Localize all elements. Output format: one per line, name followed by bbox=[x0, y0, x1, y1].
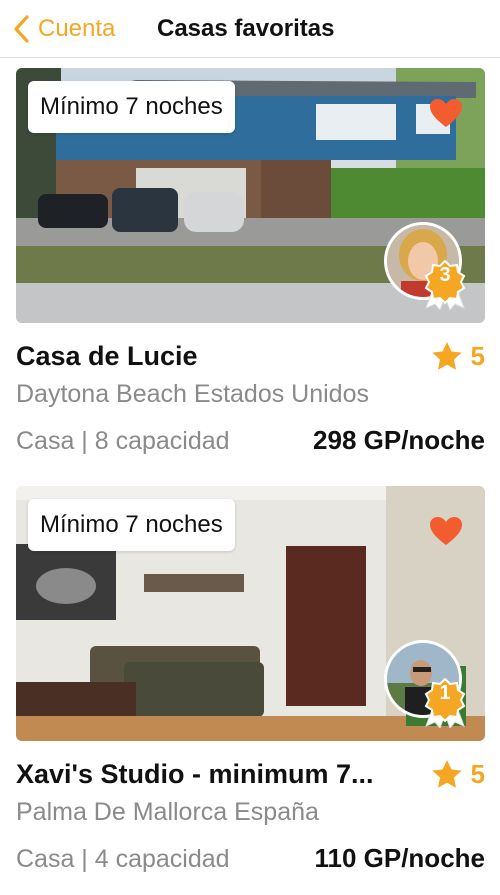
host-level-number: 1 bbox=[439, 682, 451, 704]
back-label: Cuenta bbox=[38, 15, 116, 42]
listing-price: 110 GP/noche bbox=[314, 843, 485, 873]
listing-location: Palma De Mallorca España bbox=[16, 798, 319, 826]
listing-title[interactable]: Casa de Lucie bbox=[16, 341, 416, 372]
rating-value: 5 bbox=[470, 758, 485, 789]
heart-icon[interactable] bbox=[429, 98, 463, 128]
min-nights-badge: Mínimo 7 noches bbox=[28, 81, 235, 133]
nav-bar: Cuenta Casas favoritas bbox=[0, 0, 500, 58]
listing-price: 298 GP/noche bbox=[313, 425, 485, 455]
page-title: Casas favoritas bbox=[157, 15, 335, 42]
listing-type-capacity: Casa | 8 capacidad bbox=[16, 427, 230, 455]
rating-value: 5 bbox=[470, 340, 485, 371]
listing-photo[interactable]: Mínimo 7 noches 3 bbox=[16, 68, 485, 323]
chevron-left-icon bbox=[14, 15, 29, 43]
listing-rating: 5 bbox=[431, 339, 485, 373]
listing-title[interactable]: Xavi's Studio - minimum 7... bbox=[16, 759, 416, 790]
listing-photo[interactable]: Mínimo 7 noches 1 bbox=[16, 486, 485, 741]
min-nights-badge: Mínimo 7 noches bbox=[28, 499, 235, 551]
host-avatar-group[interactable]: 1 bbox=[384, 640, 466, 729]
host-level-medal: 3 bbox=[422, 259, 468, 311]
star-icon bbox=[431, 759, 462, 788]
star-icon bbox=[431, 341, 462, 370]
host-avatar-group[interactable]: 3 bbox=[384, 222, 466, 311]
host-level-number: 3 bbox=[439, 264, 451, 286]
back-button[interactable]: Cuenta bbox=[12, 12, 115, 46]
host-level-medal: 1 bbox=[422, 677, 468, 729]
listing-rating: 5 bbox=[431, 757, 485, 791]
listing-type-capacity: Casa | 4 capacidad bbox=[16, 845, 230, 873]
heart-icon[interactable] bbox=[429, 516, 463, 546]
listing-location: Daytona Beach Estados Unidos bbox=[16, 380, 369, 408]
